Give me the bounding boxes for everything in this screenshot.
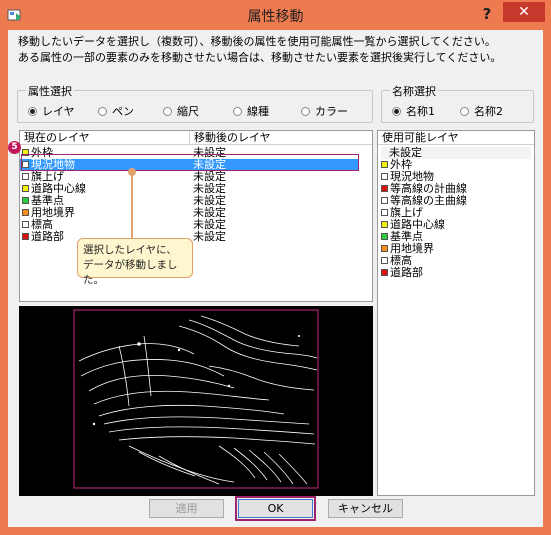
radio-dot — [301, 107, 310, 116]
radio-dot — [460, 107, 469, 116]
layer-row[interactable]: 道路中心線 未設定 — [20, 183, 358, 195]
layer-color-swatch — [381, 161, 388, 168]
dialog-window: 属性移動 ? ✕ 移動したいデータを選択し（複数可）、移動後の属性を使用可能属性… — [0, 0, 551, 535]
callout-line-2: データが移動しました。 — [83, 259, 178, 286]
usable-layers-header: 使用可能レイヤ — [378, 131, 534, 145]
ok-button[interactable]: OK — [235, 496, 316, 521]
layer-color-swatch — [381, 185, 388, 192]
layer-color-swatch — [381, 233, 388, 240]
radio-scale[interactable]: 縮尺 — [163, 103, 199, 119]
radio-dot — [392, 107, 401, 116]
attribute-select-legend: 属性選択 — [26, 83, 74, 99]
layer-color-swatch — [22, 233, 29, 240]
radio-dot — [163, 107, 172, 116]
layer-table[interactable]: 現在のレイヤ 移動後のレイヤ 外枠 未設定 現況地物 未設定 旗上げ 未設定 道路中心線 未設… — [19, 130, 373, 302]
radio-name1[interactable]: 名称1 — [392, 103, 435, 119]
layer-target-cell: 未設定 — [193, 230, 226, 243]
layer-color-swatch — [381, 221, 388, 228]
radio-dot — [28, 107, 37, 116]
column-header-target[interactable]: 移動後のレイヤ — [190, 131, 372, 145]
layer-row[interactable]: 現況地物 未設定 — [20, 159, 358, 171]
name-select-legend: 名称選択 — [390, 83, 438, 99]
attribute-select-group: 属性選択 レイヤ ペン 縮尺 線種 カラー — [17, 83, 373, 123]
apply-button[interactable]: 適用 — [149, 499, 224, 518]
layer-current-cell: 道路部 — [22, 231, 64, 243]
usable-layer-item[interactable]: 道路部 — [381, 267, 531, 279]
layer-color-swatch — [22, 221, 29, 228]
callout-pointer — [131, 169, 133, 241]
close-button[interactable]: ✕ — [503, 2, 545, 22]
step-badge: 5 — [8, 141, 21, 154]
radio-pen[interactable]: ペン — [98, 103, 134, 119]
usable-layers-list[interactable]: 使用可能レイヤ 未設定 外枠 現況地物 等高線の計曲線 等高線の主曲線 旗上げ 道路中心線基… — [377, 130, 535, 496]
preview-canvas — [19, 306, 373, 496]
radio-layer[interactable]: レイヤ — [28, 103, 75, 119]
contour-map-preview — [73, 309, 319, 489]
layer-row[interactable]: 用地境界 未設定 — [20, 207, 358, 219]
layer-color-swatch — [381, 269, 388, 276]
callout-pointer-dot — [128, 168, 136, 176]
layer-color-swatch — [22, 185, 29, 192]
layer-color-swatch — [22, 149, 29, 156]
callout-note: 選択したレイヤに、 データが移動しました。 — [77, 238, 193, 286]
layer-color-swatch — [381, 209, 388, 216]
radio-name2[interactable]: 名称2 — [460, 103, 503, 119]
layer-name: 道路部 — [31, 230, 64, 243]
help-button[interactable]: ? — [474, 4, 500, 24]
layer-color-swatch — [22, 173, 29, 180]
layer-color-swatch — [22, 197, 29, 204]
layer-color-swatch — [22, 209, 29, 216]
description-line-1: 移動したいデータを選択し（複数可）、移動後の属性を使用可能属性一覧から選択してく… — [18, 35, 496, 48]
layer-color-swatch — [381, 245, 388, 252]
description-line-2: ある属性の一部の要素のみを移動させたい場合は、移動させたい要素を選択後実行してく… — [18, 51, 502, 64]
radio-dot — [233, 107, 242, 116]
layer-row[interactable]: 標高 未設定 — [20, 219, 358, 231]
radio-linetype[interactable]: 線種 — [233, 103, 269, 119]
dialog-title: 属性移動 — [247, 9, 304, 25]
layer-color-swatch — [381, 173, 388, 180]
title-bar[interactable]: 属性移動 ? ✕ — [0, 0, 551, 30]
cancel-button[interactable]: キャンセル — [328, 499, 403, 518]
name-select-group: 名称選択 名称1 名称2 — [381, 83, 534, 123]
radio-color[interactable]: カラー — [301, 103, 348, 119]
layer-color-swatch — [381, 197, 388, 204]
radio-dot — [98, 107, 107, 116]
layer-color-swatch — [22, 161, 29, 168]
callout-line-1: 選択したレイヤに、 — [83, 244, 177, 256]
usable-layer-name: 道路部 — [390, 266, 423, 279]
column-header-current[interactable]: 現在のレイヤ — [20, 131, 190, 145]
layer-color-swatch — [381, 257, 388, 264]
